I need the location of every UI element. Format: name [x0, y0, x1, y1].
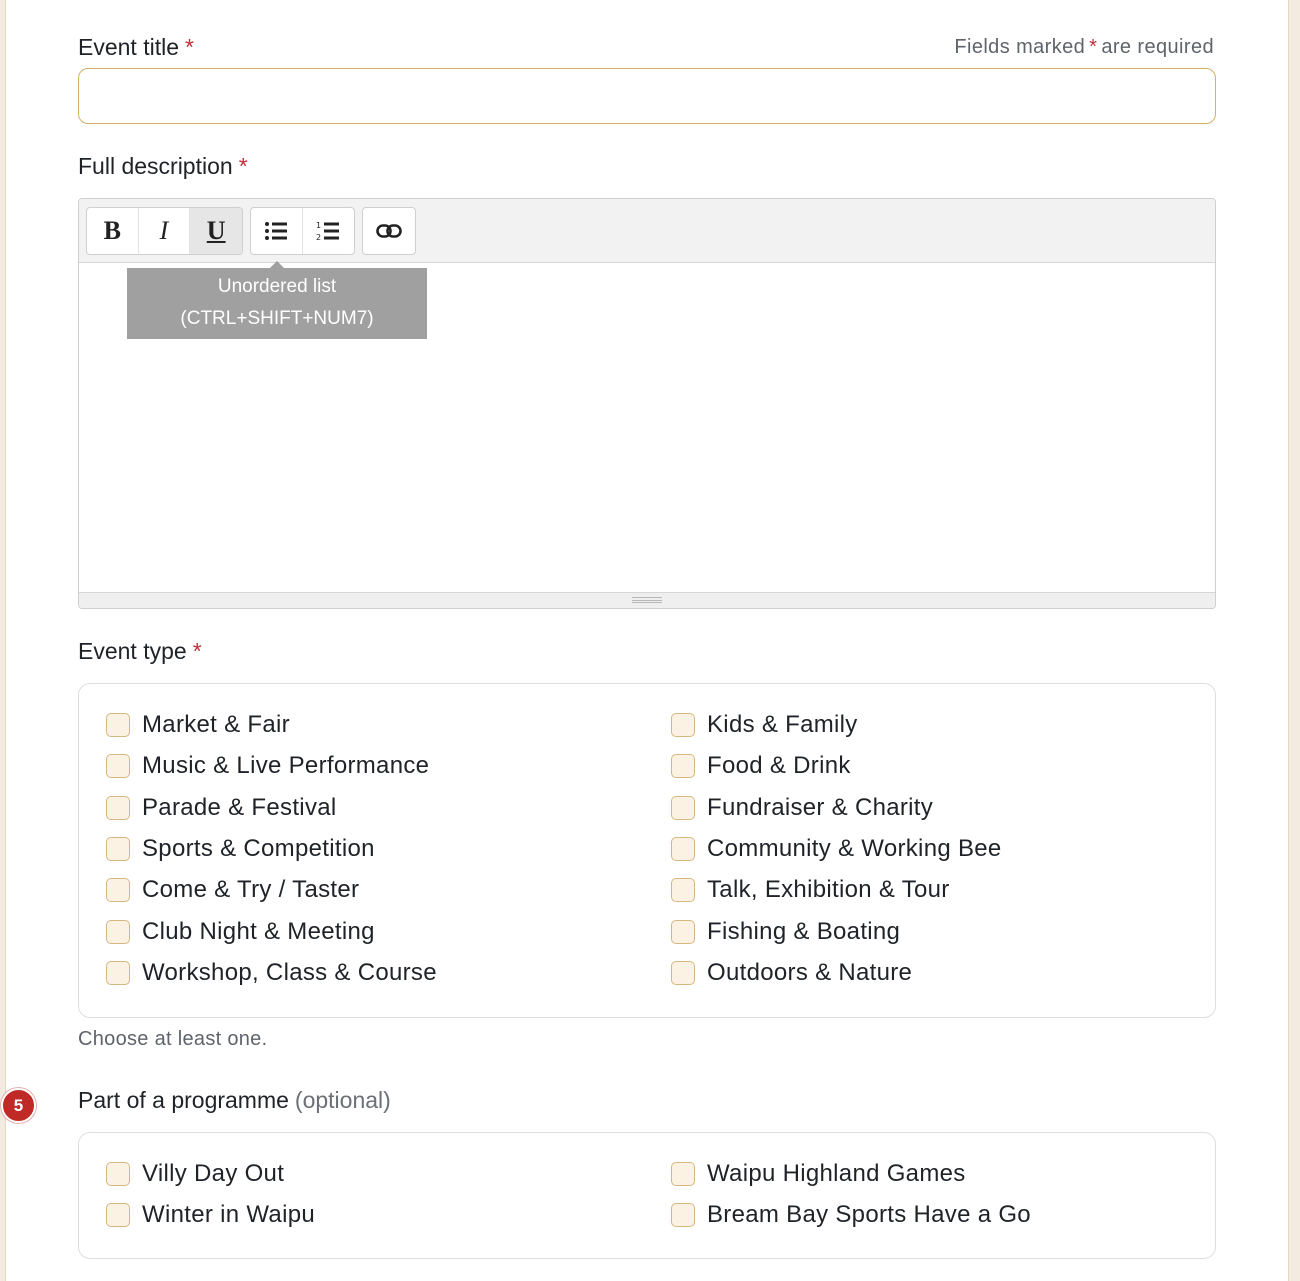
checkbox[interactable] — [106, 920, 130, 944]
required-asterisk: * — [185, 34, 194, 60]
checkbox-label: Fundraiser & Charity — [707, 794, 934, 821]
checkbox[interactable] — [106, 1162, 130, 1186]
checkbox-label: Waipu Highland Games — [707, 1160, 966, 1187]
checkbox-option[interactable]: Parade & Festival — [106, 793, 337, 823]
checkbox-label: Villy Day Out — [142, 1160, 285, 1187]
checkbox-option[interactable]: Workshop, Class & Course — [106, 958, 437, 988]
checkbox-option[interactable]: Fundraiser & Charity — [671, 793, 933, 823]
step-number-badge: 5 — [1, 1088, 36, 1123]
checkbox-option[interactable]: Come & Try / Taster — [106, 875, 359, 905]
required-note-suffix: are required — [1101, 36, 1214, 58]
checkbox-option[interactable]: Kids & Family — [671, 710, 858, 740]
bold-button[interactable]: B — [87, 208, 139, 254]
link-button-group — [362, 207, 416, 255]
description-label: Full description * — [78, 153, 248, 180]
list-bullet-icon — [265, 222, 288, 240]
required-asterisk: * — [192, 638, 202, 664]
page-frame-left — [0, 0, 6, 1281]
checkbox-label: Parade & Festival — [142, 794, 337, 821]
checkbox-option[interactable]: Community & Working Bee — [671, 834, 1002, 864]
checkbox-option[interactable]: Market & Fair — [106, 710, 290, 740]
link-icon — [376, 224, 402, 238]
checkbox-option[interactable]: Waipu Highland Games — [671, 1159, 966, 1189]
checkbox-label: Bream Bay Sports Have a Go — [707, 1201, 1031, 1228]
checkbox-option[interactable]: Club Night & Meeting — [106, 917, 375, 947]
checkbox[interactable] — [671, 878, 695, 902]
unordered-list-tooltip: Unordered list (CTRL+SHIFT+NUM7) — [127, 261, 427, 339]
checkbox-label: Fishing & Boating — [707, 918, 901, 945]
event-title-label: Event title * — [78, 34, 194, 61]
checkbox-label: Community & Working Bee — [707, 835, 1002, 862]
checkbox[interactable] — [671, 713, 695, 737]
checkbox-label: Sports & Competition — [142, 835, 375, 862]
checkbox[interactable] — [671, 1162, 695, 1186]
event-title-input[interactable] — [78, 68, 1216, 124]
list-numbered-icon: 1 2 — [316, 221, 340, 242]
checkbox-label: Music & Live Performance — [142, 752, 430, 779]
checkbox-label: Market & Fair — [142, 711, 290, 738]
required-note-prefix: Fields marked — [954, 36, 1086, 58]
programme-label: Part of a programme (optional) — [78, 1087, 391, 1114]
checkbox[interactable] — [671, 837, 695, 861]
description-label-text: Full description — [78, 153, 233, 179]
checkbox-label: Food & Drink — [707, 752, 851, 779]
unordered-list-button[interactable] — [251, 208, 303, 254]
rich-text-editor: B I U 1 2 — [78, 198, 1216, 609]
checkbox[interactable] — [106, 837, 130, 861]
event-type-help-text: Choose at least one. — [78, 1028, 268, 1050]
checkbox-option[interactable]: Fishing & Boating — [671, 917, 900, 947]
checkbox-label: Talk, Exhibition & Tour — [707, 876, 950, 903]
checkbox-option[interactable]: Talk, Exhibition & Tour — [671, 875, 950, 905]
programme-label-text: Part of a programme — [78, 1087, 289, 1113]
italic-button[interactable]: I — [139, 208, 191, 254]
list-button-group: 1 2 — [250, 207, 355, 255]
event-title-label-text: Event title — [78, 34, 179, 60]
optional-tag: (optional) — [294, 1087, 391, 1113]
checkbox-option[interactable]: Villy Day Out — [106, 1159, 284, 1189]
event-type-label-text: Event type — [78, 638, 187, 664]
ordered-list-button[interactable]: 1 2 — [303, 208, 355, 254]
tooltip-title: Unordered list — [217, 276, 337, 297]
checkbox[interactable] — [671, 961, 695, 985]
required-note-asterisk: * — [1089, 36, 1098, 58]
svg-text:1: 1 — [316, 221, 321, 230]
underline-button[interactable]: U — [190, 208, 242, 254]
checkbox[interactable] — [106, 713, 130, 737]
checkbox-label: Kids & Family — [707, 711, 858, 738]
checkbox-option[interactable]: Music & Live Performance — [106, 751, 429, 781]
checkbox[interactable] — [106, 796, 130, 820]
svg-text:2: 2 — [316, 233, 321, 242]
event-type-label: Event type * — [78, 638, 202, 665]
checkbox[interactable] — [106, 1203, 130, 1227]
event-type-checkbox-group: Market & Fair Music & Live Performance P… — [78, 683, 1216, 1018]
checkbox-label: Winter in Waipu — [142, 1201, 315, 1228]
checkbox-label: Come & Try / Taster — [142, 876, 360, 903]
format-button-group: B I U — [86, 207, 243, 255]
checkbox-option[interactable]: Winter in Waipu — [106, 1200, 315, 1230]
link-button[interactable] — [363, 208, 415, 254]
checkbox[interactable] — [671, 1203, 695, 1227]
checkbox[interactable] — [671, 796, 695, 820]
checkbox-option[interactable]: Bream Bay Sports Have a Go — [671, 1200, 1031, 1230]
page-frame-right — [1288, 0, 1300, 1281]
checkbox-label: Workshop, Class & Course — [142, 959, 437, 986]
checkbox[interactable] — [671, 920, 695, 944]
checkbox[interactable] — [106, 961, 130, 985]
checkbox[interactable] — [106, 878, 130, 902]
checkbox-option[interactable]: Outdoors & Nature — [671, 958, 912, 988]
checkbox-label: Outdoors & Nature — [707, 959, 913, 986]
editor-resize-handle[interactable] — [79, 592, 1215, 608]
required-note: Fields marked * are required — [954, 36, 1214, 59]
grip-icon — [632, 597, 662, 603]
tooltip-shortcut: (CTRL+SHIFT+NUM7) — [180, 308, 374, 329]
checkbox[interactable] — [671, 754, 695, 778]
programme-checkbox-group: Villy Day Out Winter in Waipu Waipu High… — [78, 1132, 1216, 1259]
editor-toolbar: B I U 1 2 — [79, 199, 1215, 263]
checkbox-label: Club Night & Meeting — [142, 918, 375, 945]
checkbox-option[interactable]: Sports & Competition — [106, 834, 375, 864]
required-asterisk: * — [238, 153, 248, 179]
checkbox[interactable] — [106, 754, 130, 778]
checkbox-option[interactable]: Food & Drink — [671, 751, 851, 781]
